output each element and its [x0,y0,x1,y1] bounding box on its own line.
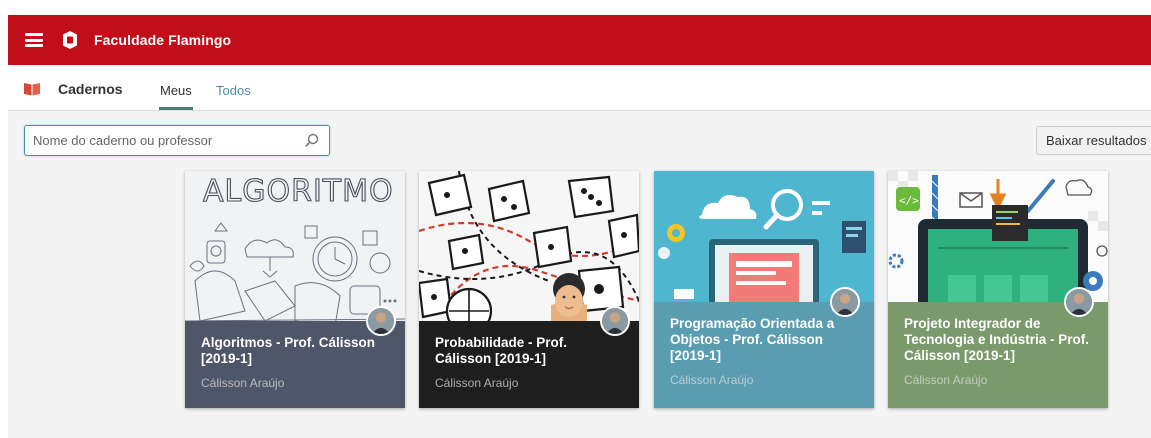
card-author: Cálisson Araújo [201,376,285,390]
avatar [1064,287,1094,317]
avatar [830,287,860,317]
notebook-icon [24,83,40,96]
app-header: Faculdade Flamingo [8,15,1151,65]
search-box [24,125,330,156]
search-input[interactable] [33,126,293,155]
notebook-card[interactable]: Probabilidade - Prof. Cálisson [2019-1] … [419,171,639,408]
avatar [600,306,630,336]
avatar [366,306,396,336]
svg-text:</>: </> [899,194,919,207]
card-title[interactable]: Projeto Integrador de Tecnologia e Indús… [904,316,1092,364]
card-info-panel: Programação Orientada a Objetos - Prof. … [654,302,874,408]
page-title: Cadernos [58,81,123,97]
app-title[interactable]: Faculdade Flamingo [94,32,231,48]
main-content: Baixar resultados ALGORITMO [8,111,1151,438]
tab-todos[interactable]: Todos [216,83,251,98]
tab-meus[interactable]: Meus [160,83,192,98]
search-icon[interactable] [305,133,319,147]
card-author: Cálisson Araújo [435,376,519,390]
download-results-button[interactable]: Baixar resultados [1036,126,1151,155]
top-strip [0,0,1151,15]
hamburger-menu-icon[interactable] [25,33,43,47]
card-title[interactable]: Programação Orientada a Objetos - Prof. … [670,316,858,364]
active-tab-indicator [159,107,193,110]
card-author: Cálisson Araújo [904,373,988,387]
card-cover-text: ALGORITMO [203,174,394,209]
flamingo-logo-icon[interactable] [61,30,79,50]
card-info-panel: Algoritmos - Prof. Cálisson [2019-1] Cál… [185,321,405,408]
notebook-card[interactable]: Programação Orientada a Objetos - Prof. … [654,171,874,408]
subnav-bar: Cadernos Meus Todos [8,65,1151,111]
card-author: Cálisson Araújo [670,373,754,387]
card-info-panel: Probabilidade - Prof. Cálisson [2019-1] … [419,321,639,408]
card-title[interactable]: Algoritmos - Prof. Cálisson [2019-1] [201,335,389,367]
notebook-card[interactable]: </> Projeto Integrador de Tecnologia e I… [888,171,1108,408]
notebook-card[interactable]: ALGORITMO Algoritmos - Prof. Cálisson [2… [185,171,405,408]
card-title[interactable]: Probabilidade - Prof. Cálisson [2019-1] [435,335,623,367]
card-info-panel: Projeto Integrador de Tecnologia e Indús… [888,302,1108,408]
